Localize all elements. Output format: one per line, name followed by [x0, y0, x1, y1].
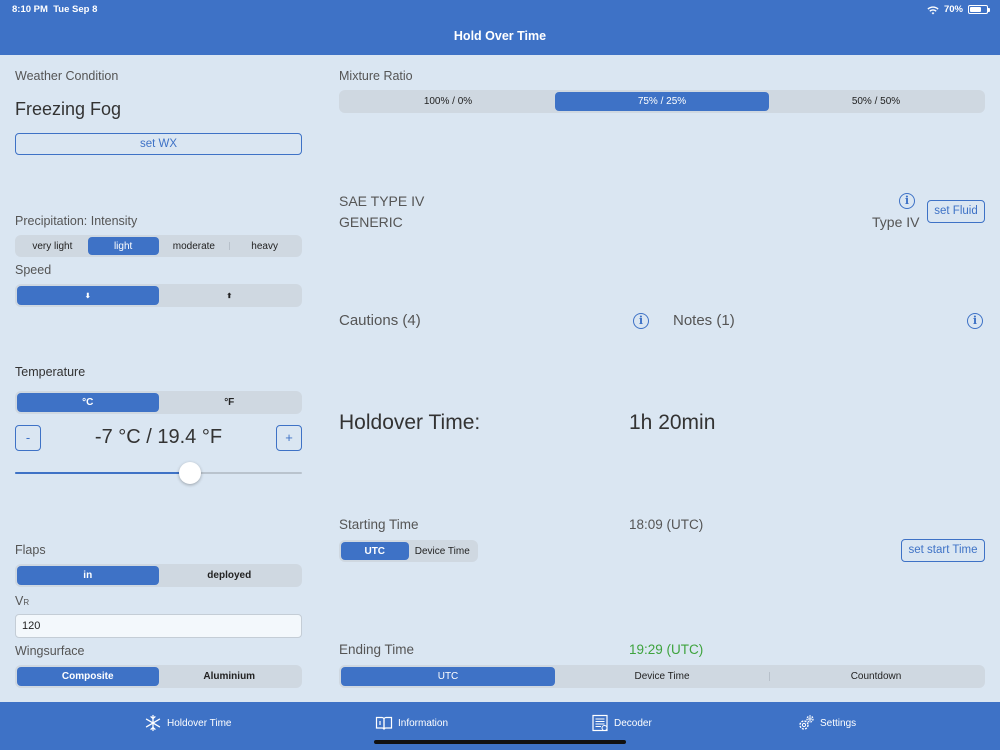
set-fluid-button[interactable]: set Fluid — [927, 200, 985, 223]
mixture-option-75-25[interactable]: 75% / 25% — [555, 92, 769, 111]
unit-option-celsius[interactable]: °C — [17, 393, 159, 412]
speed-option-up[interactable]: ⬆ — [159, 286, 301, 305]
flaps-option-deployed[interactable]: deployed — [159, 566, 301, 585]
flaps-label: Flaps — [15, 543, 46, 557]
status-bar: 8:10 PM Tue Sep 8 70% — [0, 0, 1000, 18]
tab-label-decoder: Decoder — [614, 717, 652, 729]
tab-settings[interactable]: Settings — [797, 714, 856, 732]
precipitation-intensity-segmented-control: very light light moderate heavy — [15, 235, 302, 257]
wingsurface-option-aluminium[interactable]: Aluminium — [159, 667, 301, 686]
home-indicator — [374, 740, 626, 744]
mixture-option-100-0[interactable]: 100% / 0% — [341, 92, 555, 111]
status-time: 8:10 PM Tue Sep 8 — [12, 4, 97, 15]
gears-icon — [799, 715, 814, 730]
wingsurface-segmented-control: Composite Aluminium — [15, 665, 302, 688]
ending-time-zone-segmented-control: UTC Device Time Countdown — [339, 665, 985, 688]
temperature-slider-thumb[interactable] — [179, 462, 202, 484]
cautions-info-icon[interactable]: i — [633, 313, 649, 329]
battery-percent: 70% — [943, 4, 963, 15]
mixture-ratio-label: Mixture Ratio — [339, 69, 413, 83]
wingsurface-option-composite[interactable]: Composite — [17, 667, 159, 686]
status-clock: 8:10 PM — [12, 4, 48, 15]
end-option-utc[interactable]: UTC — [341, 667, 555, 686]
snowflake-icon — [145, 714, 161, 732]
status-date: Tue Sep 8 — [53, 4, 98, 15]
mixture-ratio-segmented-control: 100% / 0% 75% / 25% 50% / 50% — [339, 90, 985, 113]
vr-label-subscript: R — [23, 598, 30, 607]
start-option-utc[interactable]: UTC — [341, 542, 409, 560]
tab-label-information: Information — [398, 717, 449, 729]
speed-label: Speed — [15, 263, 52, 277]
notes-info-icon[interactable]: i — [967, 313, 983, 329]
mixture-option-50-50[interactable]: 50% / 50% — [769, 92, 983, 111]
weather-condition-label: Weather Condition — [15, 69, 119, 83]
ending-time-value: 19:29 (UTC) — [629, 642, 704, 657]
temperature-value: -7 °C / 19.4 °F — [94, 426, 223, 448]
fluid-type: Type IV — [872, 214, 920, 230]
start-option-device-time[interactable]: Device Time — [409, 542, 477, 560]
precip-option-heavy[interactable]: heavy — [229, 237, 300, 255]
unit-option-fahrenheit[interactable]: °F — [159, 393, 301, 412]
speed-option-down[interactable]: ⬇ — [17, 286, 159, 305]
temperature-unit-segmented-control: °C °F — [15, 391, 302, 414]
precipitation-intensity-label: Precipitation: Intensity — [15, 214, 138, 228]
end-option-countdown[interactable]: Countdown — [769, 667, 983, 686]
precip-option-very-light[interactable]: very light — [17, 237, 88, 255]
tab-label-holdover-time: Holdover Time — [167, 717, 232, 729]
holdover-time-label: Holdover Time: — [339, 411, 481, 434]
page-title: Hold Over Time — [453, 29, 547, 43]
battery-icon — [968, 5, 990, 14]
temperature-increase-button[interactable]: + — [276, 425, 302, 451]
fluid-info-icon[interactable]: i — [899, 193, 915, 209]
temperature-slider[interactable] — [15, 462, 302, 484]
fluid-brand: GENERIC — [339, 214, 403, 230]
tab-decoder[interactable]: Decoder — [591, 714, 652, 732]
nav-bar: Hold Over Time — [0, 18, 1000, 55]
precip-option-moderate[interactable]: moderate — [159, 237, 230, 255]
set-wx-button[interactable]: set WX — [15, 133, 302, 155]
wingsurface-label: Wingsurface — [15, 644, 85, 658]
starting-time-value: 18:09 (UTC) — [629, 517, 704, 532]
temperature-label: Temperature — [15, 365, 86, 379]
precip-option-light[interactable]: light — [87, 237, 159, 255]
notes-label[interactable]: Notes (1) — [673, 312, 735, 329]
vr-input[interactable]: 120 — [15, 614, 302, 638]
vr-label: VR — [15, 594, 29, 608]
battery-fill — [970, 7, 982, 12]
set-start-time-button[interactable]: set start Time — [901, 539, 985, 562]
tab-information[interactable]: Information — [375, 714, 448, 732]
flaps-segmented-control: in deployed — [15, 564, 302, 587]
fluid-name: SAE TYPE IV — [339, 193, 425, 209]
starting-time-zone-segmented-control: UTC Device Time — [339, 540, 478, 562]
cautions-label[interactable]: Cautions (4) — [339, 312, 421, 329]
speed-segmented-control: ⬇ ⬆ — [15, 284, 302, 307]
temperature-decrease-button[interactable]: - — [15, 425, 41, 451]
weather-condition-value: Freezing Fog — [15, 99, 122, 119]
holdover-time-value: 1h 20min — [629, 411, 716, 434]
book-icon — [375, 716, 393, 730]
document-icon — [592, 714, 608, 732]
end-option-device-time[interactable]: Device Time — [555, 667, 769, 686]
ending-time-label: Ending Time — [339, 642, 415, 657]
wifi-icon — [927, 5, 939, 14]
tab-holdover-time[interactable]: Holdover Time — [144, 714, 231, 732]
temperature-slider-fill — [15, 472, 191, 474]
tab-label-settings: Settings — [820, 717, 857, 729]
flaps-option-in[interactable]: in — [17, 566, 159, 585]
starting-time-label: Starting Time — [339, 517, 419, 532]
